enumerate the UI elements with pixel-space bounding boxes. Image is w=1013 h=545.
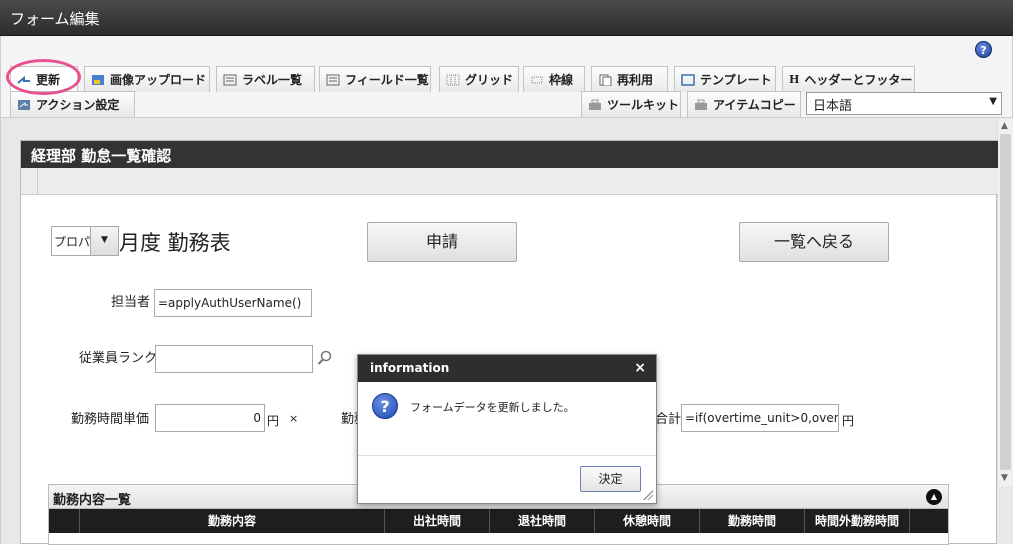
- partial-label-right: 合計: [655, 412, 682, 427]
- field-list-icon: [326, 74, 340, 86]
- employee-rank-label: 従業員ランク: [79, 351, 158, 366]
- window-titlebar: フォーム編集: [0, 0, 1013, 36]
- month-select[interactable]: プロパ ▼: [51, 226, 119, 256]
- unit-price-field[interactable]: 0: [155, 404, 265, 432]
- scroll-up-icon[interactable]: ▲: [1001, 121, 1008, 131]
- collapse-icon[interactable]: ▲: [926, 489, 942, 505]
- scroll-down-icon[interactable]: ▼: [1001, 473, 1008, 483]
- overtime-formula-field[interactable]: =if(overtime_unit>0,overtime: [681, 404, 839, 432]
- grid-header-spacer: [49, 509, 79, 533]
- information-dialog: information × ? フォームデータを更新しました。 決定: [357, 354, 657, 504]
- template-button[interactable]: テンプレート: [674, 66, 776, 92]
- help-bar: ?: [0, 36, 1013, 64]
- grid-icon: [446, 74, 460, 86]
- dialog-divider: [358, 455, 656, 456]
- grid-header-cell[interactable]: 退社時間: [489, 509, 594, 533]
- unit-price-label: 勤務時間単価: [71, 412, 150, 427]
- close-icon[interactable]: ×: [634, 360, 646, 376]
- header-footer-button[interactable]: H ヘッダーとフッター: [782, 66, 915, 92]
- assignee-field[interactable]: =applyAuthUserName(): [154, 289, 312, 317]
- window-title: フォーム編集: [10, 10, 100, 28]
- form-subheader: [21, 168, 998, 195]
- yen-unit: 円: [267, 414, 280, 428]
- question-icon: ?: [372, 393, 398, 419]
- header-footer-icon: H: [789, 72, 800, 86]
- language-select[interactable]: 日本語 ▼: [806, 92, 1002, 115]
- reuse-button[interactable]: 再利用: [591, 66, 668, 92]
- apply-button[interactable]: 申請: [367, 222, 517, 262]
- multiply-sign: ×: [289, 412, 299, 425]
- dialog-message: フォームデータを更新しました。: [410, 401, 575, 414]
- grid-button[interactable]: グリッド: [439, 66, 519, 92]
- grid-header-cell[interactable]: 出社時間: [384, 509, 489, 533]
- grid-header-cell[interactable]: 休憩時間: [594, 509, 699, 533]
- help-icon[interactable]: ?: [975, 41, 992, 58]
- assignee-label: 担当者: [111, 295, 151, 310]
- employee-rank-field[interactable]: [155, 345, 313, 373]
- label-list-button[interactable]: ラベル一覧: [216, 66, 315, 92]
- action-settings-button[interactable]: アクション設定: [10, 91, 135, 117]
- image-upload-icon: [91, 74, 105, 86]
- form-header: 経理部 勤怠一覧確認: [21, 141, 998, 168]
- resize-grip-icon[interactable]: [643, 490, 653, 500]
- item-copy-button[interactable]: アイテムコピー: [687, 91, 801, 117]
- border-icon: [530, 74, 544, 86]
- scroll-thumb[interactable]: [1000, 134, 1011, 470]
- item-copy-icon: [694, 99, 708, 111]
- image-upload-button[interactable]: 画像アップロード: [84, 66, 210, 92]
- grid-header-cell[interactable]: 勤務時間: [699, 509, 804, 533]
- grid-header-cell[interactable]: 勤務内容: [79, 509, 384, 533]
- grid-header-cell[interactable]: 時間外勤務時間: [804, 509, 909, 533]
- ok-button[interactable]: 決定: [580, 466, 641, 492]
- field-list-button[interactable]: フィールド一覧: [319, 66, 431, 92]
- vertical-scrollbar[interactable]: ▲ ▼: [997, 118, 1013, 486]
- grid-header-spacer: [909, 509, 948, 533]
- border-button[interactable]: 枠線: [523, 66, 585, 92]
- dialog-title: information: [358, 355, 656, 382]
- grid-header-row: 勤務内容 出社時間 退社時間 休憩時間 勤務時間 時間外勤務時間: [49, 509, 948, 533]
- back-to-list-button[interactable]: 一覧へ戻る: [739, 222, 889, 262]
- label-list-icon: [223, 74, 237, 86]
- action-settings-icon: [17, 99, 31, 111]
- dropdown-arrow-icon[interactable]: ▼: [90, 227, 118, 255]
- template-icon: [681, 73, 695, 86]
- yen-unit-2: 円: [842, 414, 855, 428]
- toolkit-button[interactable]: ツールキット: [581, 91, 681, 117]
- search-icon[interactable]: [317, 350, 333, 369]
- chevron-down-icon: ▼: [989, 96, 997, 107]
- reuse-icon: [598, 74, 612, 86]
- month-title: 月度 勤務表: [119, 231, 231, 255]
- toolkit-icon: [588, 99, 602, 111]
- update-highlight-ring: [6, 59, 81, 95]
